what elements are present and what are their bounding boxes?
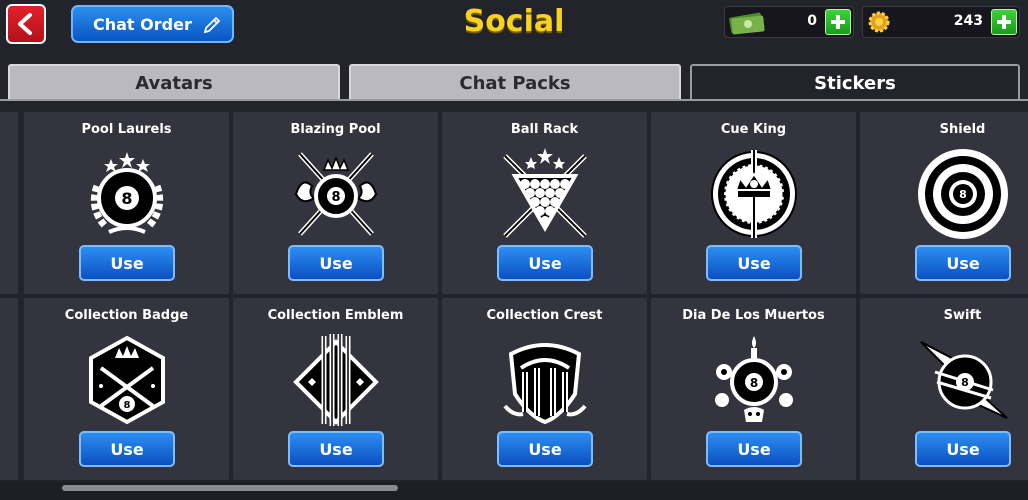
tab-stickers[interactable]: Stickers xyxy=(690,64,1020,100)
use-button[interactable]: Use xyxy=(706,431,802,467)
sticker-card: Collection Crest Use xyxy=(442,298,647,480)
collection-badge-icon: 8 xyxy=(89,335,165,425)
cash-icon xyxy=(729,12,765,35)
swift-icon: 8 xyxy=(920,341,1008,419)
sticker-name: Collection Crest xyxy=(486,308,603,323)
sticker-name: Dia De Los Muertos xyxy=(682,308,825,323)
chevron-left-icon xyxy=(18,13,32,35)
tab-label: Stickers xyxy=(814,72,896,94)
ball-rack-icon xyxy=(503,148,587,238)
top-bar: Chat Order Social 0 243 xyxy=(0,0,1028,62)
coins-icon xyxy=(868,11,890,33)
sticker-card: Collection Emblem Use xyxy=(233,298,438,480)
use-button[interactable]: Use xyxy=(497,245,593,281)
tab-label: Chat Packs xyxy=(459,72,571,94)
cash-counter: 0 xyxy=(724,6,854,38)
partial-card xyxy=(0,298,18,480)
tab-bar: Avatars Chat Packs Stickers xyxy=(0,64,1028,100)
coins-value: 243 xyxy=(953,13,983,29)
svg-text:8: 8 xyxy=(750,376,758,390)
tab-avatars[interactable]: Avatars xyxy=(8,64,340,100)
use-button[interactable]: Use xyxy=(915,431,1011,467)
tab-chat-packs[interactable]: Chat Packs xyxy=(349,64,681,100)
shield-icon: 8 xyxy=(918,149,1008,239)
svg-text:8: 8 xyxy=(121,189,132,208)
use-button[interactable]: Use xyxy=(288,245,384,281)
sticker-name: Cue King xyxy=(720,122,787,137)
sticker-card: Blazing Pool 8 Use xyxy=(233,112,438,294)
sticker-card: Dia De Los Muertos 8 Use xyxy=(651,298,856,480)
add-coins-button[interactable] xyxy=(991,9,1017,35)
add-cash-button[interactable] xyxy=(825,9,851,35)
pencil-icon xyxy=(203,16,221,34)
sticker-card: Cue King Use xyxy=(651,112,856,294)
sticker-card: Pool Laurels 8 Use xyxy=(24,112,229,294)
back-button[interactable] xyxy=(6,4,46,44)
pool-laurels-icon: 8 xyxy=(90,152,164,234)
collection-crest-icon xyxy=(503,343,587,425)
sticker-card: Ball Rack Use xyxy=(442,112,647,294)
svg-text:8: 8 xyxy=(331,190,340,205)
partial-card xyxy=(0,112,18,294)
sticker-name: Collection Badge xyxy=(64,308,189,323)
chat-order-button[interactable]: Chat Order xyxy=(71,5,234,43)
sticker-name: Ball Rack xyxy=(510,122,579,137)
svg-text:8: 8 xyxy=(124,400,131,411)
plus-icon xyxy=(997,15,1011,29)
tab-label: Avatars xyxy=(135,72,213,94)
scrollbar-thumb[interactable] xyxy=(62,485,398,491)
chat-order-label: Chat Order xyxy=(93,14,192,34)
sticker-grid[interactable]: Pool Laurels 8 Use Blazing Pool 8 Use Ba… xyxy=(0,101,1028,481)
use-button[interactable]: Use xyxy=(288,431,384,467)
use-button[interactable]: Use xyxy=(79,245,175,281)
sticker-card: Shield 8 Use xyxy=(860,112,1028,294)
svg-text:8: 8 xyxy=(959,188,967,201)
use-button[interactable]: Use xyxy=(497,431,593,467)
sticker-card: Swift 8 Use xyxy=(860,298,1028,480)
page-title: Social xyxy=(463,4,565,39)
cue-king-icon xyxy=(711,150,797,238)
use-button[interactable]: Use xyxy=(706,245,802,281)
svg-text:8: 8 xyxy=(961,376,969,389)
sticker-name: Blazing Pool xyxy=(290,122,381,137)
sticker-name: Pool Laurels xyxy=(81,122,172,137)
use-button[interactable]: Use xyxy=(915,245,1011,281)
sticker-name: Swift xyxy=(943,308,982,323)
use-button[interactable]: Use xyxy=(79,431,175,467)
sticker-name: Shield xyxy=(939,122,986,137)
plus-icon xyxy=(831,15,845,29)
cash-value: 0 xyxy=(807,13,817,29)
collection-emblem-icon xyxy=(293,334,379,426)
coins-counter: 243 xyxy=(862,6,1020,38)
sticker-name: Collection Emblem xyxy=(267,308,404,323)
dia-de-los-muertos-icon: 8 xyxy=(715,336,793,422)
sticker-card: Collection Badge 8 Use xyxy=(24,298,229,480)
blazing-pool-icon: 8 xyxy=(294,152,378,236)
